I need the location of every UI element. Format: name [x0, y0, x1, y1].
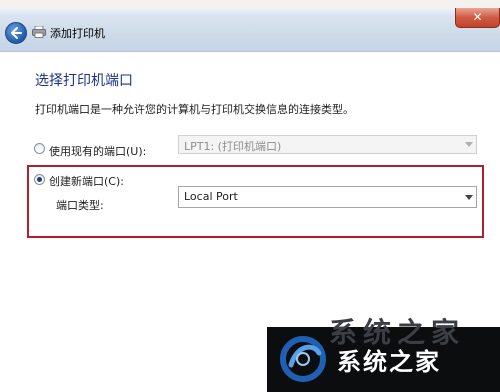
port-type-label: 端口类型: [56, 199, 104, 212]
title-bar-edge [0, 8, 500, 15]
logo-icon [280, 336, 326, 382]
close-icon: ✕ [472, 10, 483, 24]
chevron-down-icon [465, 142, 473, 147]
printer-icon [32, 26, 46, 38]
use-existing-port-label[interactable]: 使用现有的端口(U): [49, 143, 146, 159]
existing-port-select[interactable]: LPT1: (打印机端口) [178, 135, 477, 154]
back-button[interactable] [5, 22, 27, 44]
use-existing-port-radio[interactable] [34, 143, 45, 154]
page-description: 打印机端口是一种允许您的计算机与打印机交换信息的连接类型。 [35, 103, 354, 116]
back-arrow-icon [11, 27, 22, 39]
create-new-port-radio[interactable] [34, 174, 45, 185]
window-title: 添加打印机 [50, 27, 105, 40]
port-type-select[interactable]: Local Port [178, 186, 477, 208]
chevron-down-icon [465, 195, 473, 200]
page-heading: 选择打印机端口 [35, 73, 133, 89]
existing-port-value: LPT1: (打印机端口) [184, 140, 282, 153]
create-new-port-label[interactable]: 创建新端口(C): [49, 173, 124, 189]
watermark-logo: 系统之家 系统之家 [267, 316, 500, 392]
close-button[interactable]: ✕ [455, 8, 500, 28]
port-type-value: Local Port [184, 190, 238, 203]
watermark-text: 系统之家 [337, 348, 441, 376]
title-bar: 添加打印机 [0, 8, 500, 52]
